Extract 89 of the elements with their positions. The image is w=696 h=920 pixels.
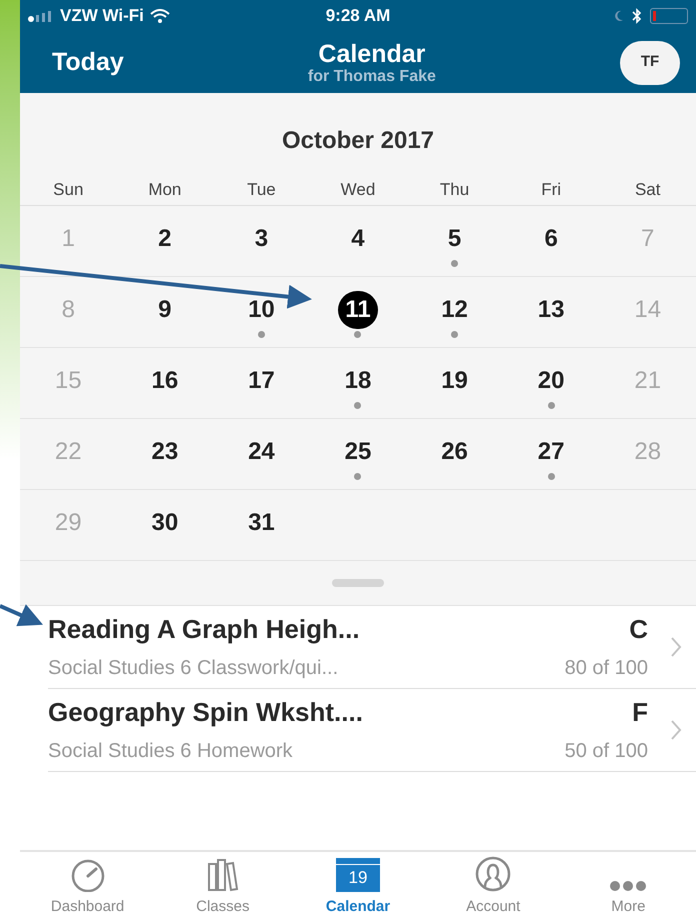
bluetooth-icon (632, 8, 642, 24)
calendar-day[interactable]: 17 (213, 348, 310, 418)
day-number: 1 (60, 224, 76, 254)
calendar-day[interactable]: 12 (406, 276, 503, 346)
day-number: 17 (247, 366, 276, 396)
day-number: 14 (633, 294, 662, 324)
calendar-day[interactable]: 31 (213, 490, 310, 560)
day-number: 29 (54, 508, 83, 538)
day-number: 24 (247, 436, 276, 466)
day-number: 16 (150, 366, 180, 396)
calendar-day[interactable]: 26 (406, 418, 503, 488)
weekday-label: Sun (52, 179, 84, 201)
screen-title: Calendar (318, 40, 426, 68)
day-number: 27 (536, 436, 566, 466)
calendar-day[interactable]: 5 (406, 206, 503, 276)
day-number: 19 (440, 366, 469, 396)
day-number: 23 (150, 436, 180, 466)
status-time: 9:28 AM (326, 5, 390, 28)
grade-letter: C (629, 613, 648, 646)
battery-icon (650, 8, 688, 24)
calendar-day[interactable]: 20 (502, 348, 600, 418)
day-number: 6 (543, 224, 559, 254)
day-number: 12 (440, 294, 469, 324)
day-number: 11 (338, 290, 378, 328)
calendar-day[interactable]: 24 (213, 418, 310, 488)
day-number: 18 (344, 366, 372, 396)
weekday-label: Fri (540, 179, 562, 201)
calendar-day[interactable]: 25 (310, 418, 406, 488)
day-number: 28 (633, 436, 662, 466)
calendar-day[interactable]: 27 (502, 418, 600, 488)
weekday-label: Wed (340, 179, 376, 201)
month-title: October 2017 (280, 126, 436, 156)
grade-letter: F (632, 696, 648, 729)
today-button[interactable]: Today (52, 44, 124, 82)
day-number: 3 (254, 224, 270, 254)
score: 80 of 100 (564, 656, 648, 681)
day-number: 2 (157, 224, 173, 254)
course-name: Social Studies 6 Homework (48, 739, 294, 764)
more-icon (608, 880, 648, 892)
chevron-icon (670, 718, 682, 740)
weekday-label: Tue (246, 179, 277, 201)
course-name: Social Studies 6 Classwork/qui... (48, 656, 340, 681)
day-number: 13 (536, 294, 566, 324)
day-number: 21 (633, 366, 662, 396)
calendar-day[interactable]: 18 (310, 348, 406, 418)
day-number: 26 (440, 436, 469, 466)
calendar-day[interactable]: 4 (310, 206, 406, 276)
calendar-day[interactable]: 30 (116, 490, 214, 560)
day-number: 10 (247, 294, 276, 324)
day-number: 30 (150, 508, 180, 538)
day-number: 7 (640, 224, 656, 254)
calendar-day[interactable]: 11 (310, 276, 406, 346)
chevron-icon (670, 636, 682, 658)
day-number: 4 (350, 224, 366, 254)
weekday-label: Mon (147, 179, 182, 201)
assignment-title: Reading A Graph Heigh... (48, 613, 361, 646)
day-number: 15 (54, 366, 83, 396)
calendar-day[interactable]: 16 (116, 348, 214, 418)
day-number: 5 (446, 224, 462, 254)
wifi-icon (150, 9, 170, 23)
calendar-day[interactable]: 19 (406, 348, 503, 418)
screen-subtitle: for Thomas Fake (308, 68, 436, 86)
assignment-row[interactable]: Geography Spin Wksht.... Social Studies 6 Homework F 50 of 100 (48, 688, 696, 772)
day-number: 22 (54, 436, 83, 466)
carrier-label: VZW Wi-Fi (60, 5, 144, 28)
pointer-arrow (0, 604, 43, 626)
calendar-icon: 19 (336, 858, 380, 892)
calendar-day[interactable]: 3 (213, 206, 310, 276)
avatar[interactable]: TF (620, 40, 680, 84)
weekday-label: Thu (438, 179, 470, 201)
weekday-label: Sat (634, 179, 662, 201)
signal-icon (28, 10, 54, 22)
assignment-title: Geography Spin Wksht.... (48, 696, 364, 729)
day-number: 31 (247, 508, 276, 538)
tab-item[interactable]: 19 Calendar (290, 852, 426, 920)
day-number: 8 (60, 294, 76, 324)
calendar-day[interactable]: 9 (116, 276, 214, 346)
calendar-day[interactable]: 23 (116, 418, 214, 488)
calendar-day[interactable]: 6 (502, 206, 600, 276)
calendar-day[interactable]: 2 (116, 206, 214, 276)
drag-handle[interactable] (332, 578, 384, 586)
moon-icon (614, 10, 624, 22)
day-number: 20 (536, 366, 566, 396)
calendar-day[interactable]: 10 (213, 276, 310, 346)
assignment-row[interactable]: Reading A Graph Heigh... Social Studies 6 Classwork/qui... C 80 of 100 (48, 606, 696, 688)
calendar-day[interactable]: 13 (502, 276, 600, 346)
score: 50 of 100 (564, 739, 648, 764)
day-number: 9 (157, 294, 173, 324)
day-number: 25 (344, 436, 372, 466)
